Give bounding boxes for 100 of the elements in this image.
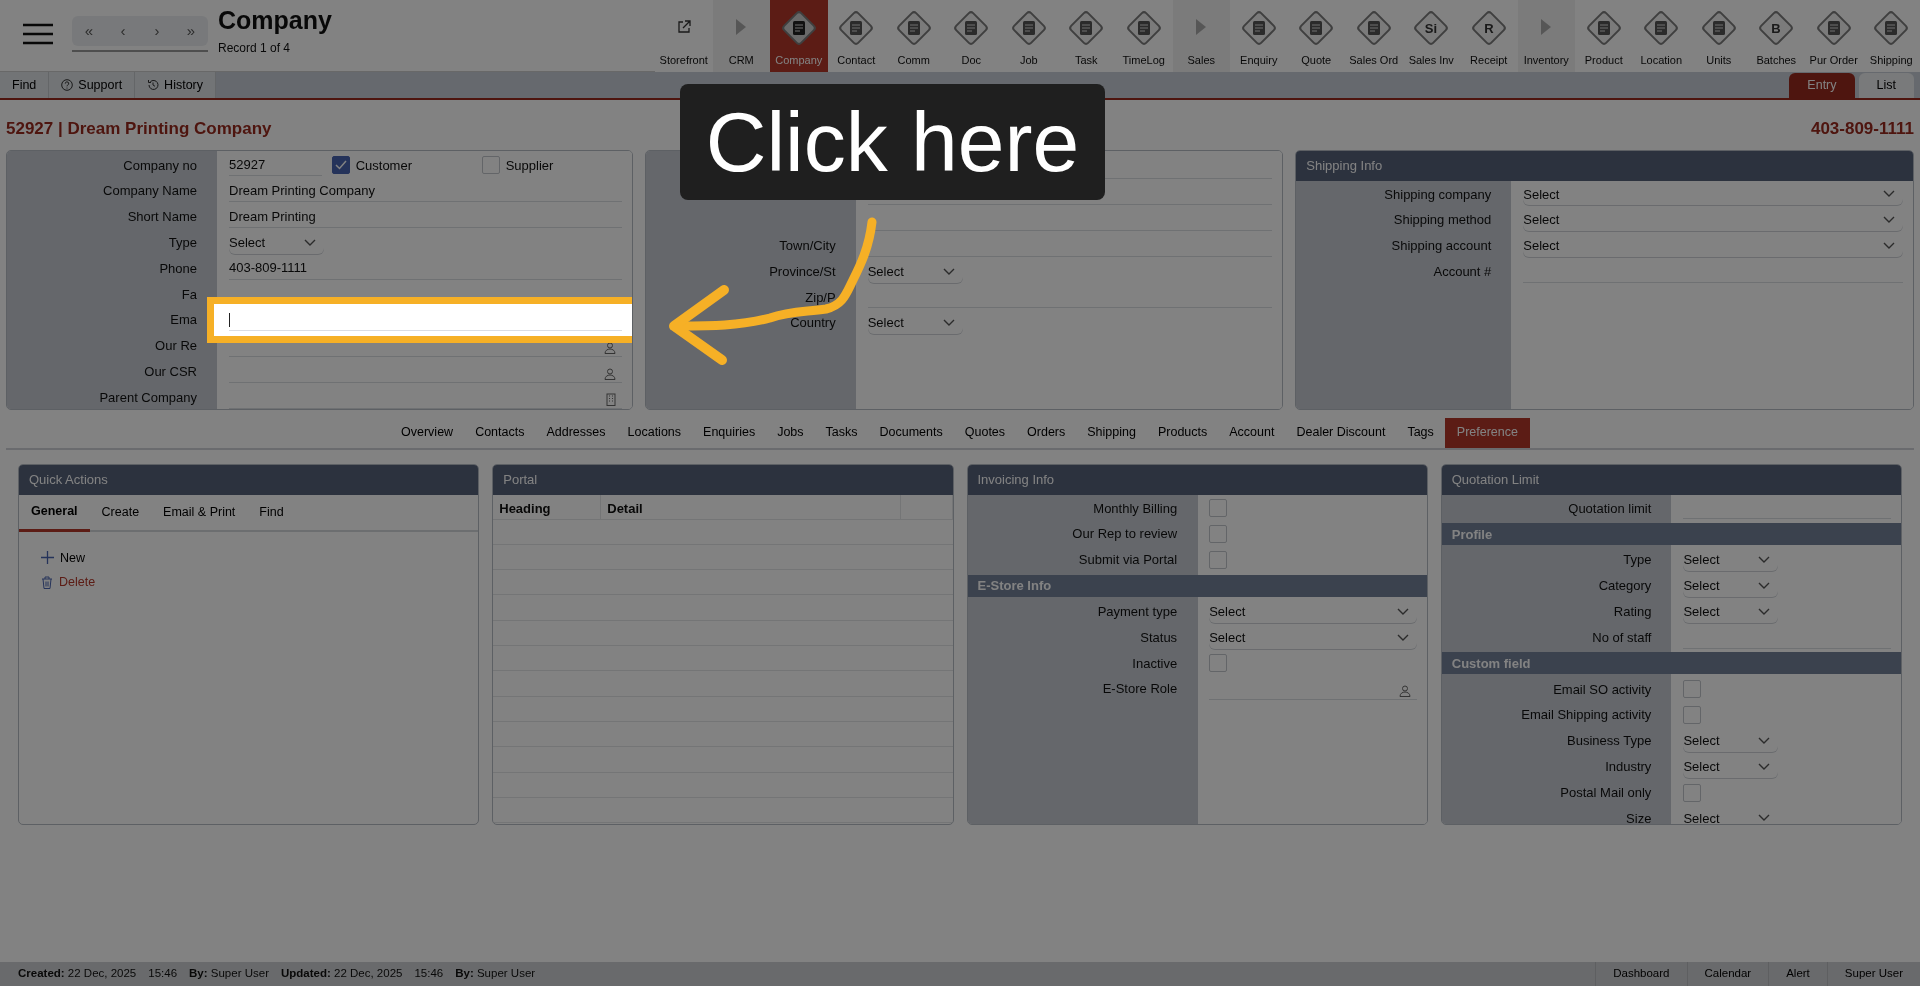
field-label: Country [790, 315, 836, 331]
section-tab[interactable]: Enquiries [692, 417, 767, 448]
text-field[interactable]: Dream Printing Company [229, 180, 622, 203]
section-tab[interactable]: Preference [1444, 417, 1530, 448]
text-field[interactable]: Dream Printing [229, 206, 622, 228]
column-header: Heading [493, 494, 602, 520]
footer-link[interactable]: Super User [1826, 962, 1920, 986]
footer-link[interactable]: Dashboard [1595, 962, 1687, 986]
record-nav-button[interactable]: › [140, 16, 174, 46]
section-tab[interactable]: Tasks [814, 417, 869, 448]
field-label: Rating [1613, 604, 1652, 620]
section-tab[interactable]: Orders [1016, 417, 1077, 448]
record-title: 52927 | Dream Printing Company [6, 118, 272, 140]
tab[interactable]: Email & Print [151, 494, 248, 530]
select-field[interactable]: Select [1683, 549, 1779, 572]
section-tab[interactable]: Addresses [535, 417, 617, 448]
field-label: No of staff [1592, 629, 1652, 645]
chevron-down-icon [1396, 607, 1409, 616]
field-label: Our CSR [144, 364, 197, 379]
field-label: Our Rep to review [1072, 526, 1178, 542]
text-field[interactable]: 403-809-1111 [229, 257, 622, 280]
field-label: Type [1623, 552, 1652, 568]
section-heading: Profile [1441, 523, 1901, 546]
footer-value: 15:46 [148, 967, 178, 980]
footer-label: By: [455, 967, 474, 980]
checkbox[interactable] [1683, 783, 1702, 802]
tab[interactable]: Find [247, 494, 296, 530]
field-label: Inactive [1132, 655, 1178, 671]
module-button[interactable]: Company [770, 0, 828, 72]
view-tab[interactable]: Entry [1789, 73, 1855, 98]
section-tab[interactable]: Shipping [1076, 417, 1147, 448]
record-nav-button[interactable]: « [72, 16, 106, 46]
section-tab[interactable]: Products [1146, 417, 1219, 448]
select-field[interactable]: Select [1523, 209, 1903, 232]
text-field[interactable]: 52927 [229, 154, 322, 177]
select-field[interactable]: Select [867, 312, 963, 335]
select-field[interactable]: Select [1683, 729, 1779, 752]
tab[interactable]: Create [89, 494, 152, 530]
section-tab[interactable]: Contacts [464, 417, 536, 448]
person-icon [603, 367, 616, 380]
section-tab[interactable]: Dealer Discount [1285, 417, 1397, 448]
field-label: Company no [123, 157, 197, 173]
checkbox[interactable] [331, 156, 350, 175]
section-tab[interactable]: Jobs [766, 417, 815, 448]
module-button[interactable]: CRM [712, 0, 770, 72]
checkbox[interactable] [1209, 654, 1228, 673]
select-field[interactable]: Select [1683, 755, 1779, 778]
footer-value: 22 Dec, 2025 [334, 967, 403, 980]
footer-link[interactable]: Calendar [1686, 962, 1769, 986]
triangle-icon [1195, 17, 1208, 36]
checkbox[interactable] [1209, 525, 1228, 544]
toolbar-button[interactable]: Find [0, 72, 50, 98]
checkbox[interactable] [1209, 499, 1228, 518]
action-link[interactable]: Delete [41, 570, 96, 595]
field-label: Ema [170, 312, 197, 328]
record-nav-button[interactable]: ‹ [106, 16, 140, 46]
select-field[interactable]: Select [1683, 600, 1779, 623]
chevron-down-icon [1883, 216, 1895, 225]
footer-label: Created: [18, 967, 65, 980]
section-heading: Custom field [1441, 652, 1901, 675]
select-field[interactable]: Select [1683, 575, 1779, 597]
menu-icon[interactable] [20, 22, 56, 46]
column-header: Detail [601, 494, 901, 520]
checkbox[interactable] [1683, 680, 1702, 699]
section-tab[interactable]: Overview [390, 417, 465, 448]
field-label: Status [1140, 629, 1178, 645]
field-label: Our Re [155, 338, 197, 354]
tab[interactable]: General [19, 494, 90, 532]
checkbox[interactable] [1209, 551, 1228, 569]
select-field[interactable]: Select [1523, 183, 1903, 206]
section-tab[interactable]: Locations [616, 417, 693, 448]
chevron-down-icon [942, 319, 955, 328]
select-field[interactable]: Select [229, 231, 324, 254]
triangle-icon [735, 17, 748, 36]
section-tab[interactable]: Tags [1396, 417, 1445, 448]
chevron-down-icon [942, 267, 955, 276]
select-field[interactable]: Select [1523, 235, 1903, 257]
section-tab[interactable]: Account [1218, 417, 1286, 448]
chevron-down-icon [1883, 242, 1895, 250]
toolbar-button[interactable]: Support [49, 72, 136, 98]
field-label: Category [1598, 578, 1652, 594]
view-tab[interactable]: List [1858, 73, 1914, 98]
callout-tooltip: Click here [680, 84, 1105, 200]
select-field[interactable]: Select [1683, 807, 1779, 824]
footer-link[interactable]: Alert [1768, 962, 1827, 986]
toolbar-button[interactable]: History [135, 72, 216, 98]
select-field[interactable]: Select [1209, 600, 1417, 623]
panel-title: Portal [493, 464, 953, 495]
field-label: Parent Company [99, 389, 197, 405]
section-tab[interactable]: Documents [868, 417, 954, 448]
checkbox[interactable] [1683, 706, 1702, 725]
field-label: Business Type [1567, 733, 1652, 749]
select-field[interactable]: Select [1209, 626, 1417, 649]
checkbox[interactable] [481, 156, 500, 175]
record-nav-button[interactable]: » [174, 16, 208, 46]
section-tab[interactable]: Quotes [953, 417, 1017, 448]
action-link[interactable]: New [41, 545, 85, 571]
module-button[interactable]: Inventory [1517, 0, 1575, 72]
select-field[interactable]: Select [867, 260, 963, 283]
module-button[interactable]: Sales [1172, 0, 1230, 72]
